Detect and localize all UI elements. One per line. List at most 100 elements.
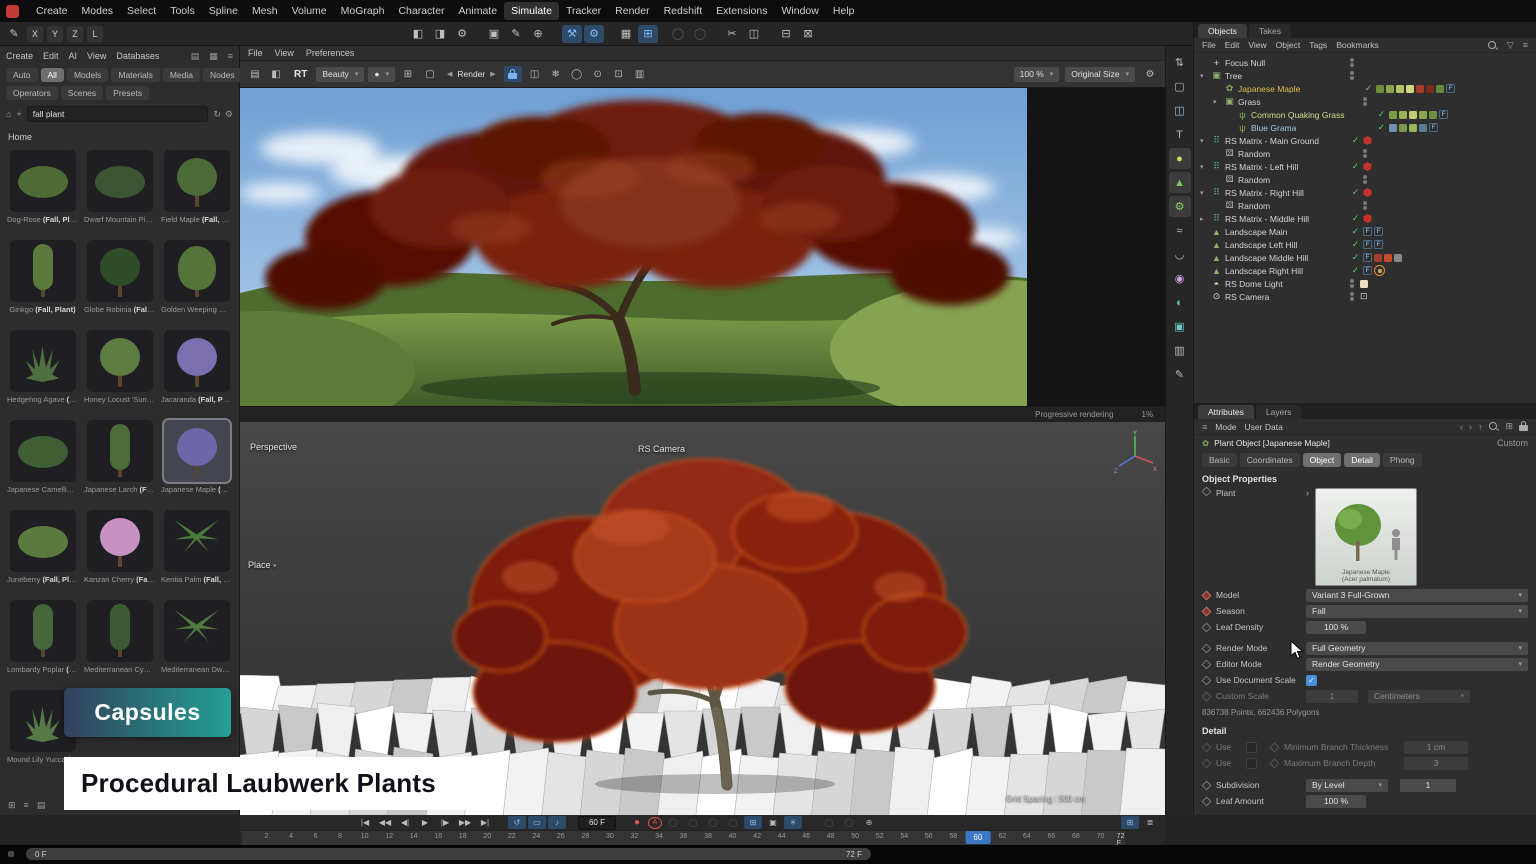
visibility-dots[interactable] [1350,58,1354,67]
timeline-ruler[interactable]: 2468101214161820222426283032343638404244… [242,830,1125,845]
autokey-icon[interactable]: A [648,817,662,829]
use-document-scale-checkbox[interactable]: ✓ [1306,675,1317,686]
visibility-dots[interactable] [1350,292,1354,301]
zoom-dropdown[interactable]: 100 %▾ [1014,67,1060,82]
om-filter-icon[interactable]: ▽ [1507,40,1514,51]
asset-item-japanese-maple[interactable]: Japanese Maple (Fall, ... [159,420,234,494]
ab-menu-databases[interactable]: Databases [116,51,159,61]
camera-target-icon[interactable]: ⊡ [1360,291,1368,302]
material-chip[interactable] [1419,124,1427,132]
object-row-grass[interactable]: ▾▣Grass [1194,95,1536,108]
expand-arrow[interactable]: ▾ [1200,189,1208,197]
filter-nodes[interactable]: Nodes [203,68,242,82]
ab-menu-view[interactable]: View [87,51,106,61]
object-row-landscape-main[interactable]: ▲Landscape Main✓FF [1194,225,1536,238]
panel-menu-icon[interactable]: ≡ [228,51,233,61]
tab-layers[interactable]: Layers [1256,405,1302,419]
footer-grid-icon[interactable]: ⊞ [8,800,16,811]
material-chip[interactable] [1386,85,1394,93]
field-tag-badge[interactable]: F [1374,227,1383,236]
leaf-amount-field[interactable]: 100 % [1306,795,1366,808]
visibility-dots[interactable] [1350,279,1354,288]
anim-diamond-icon[interactable] [1202,780,1212,790]
filter-all[interactable]: All [41,68,64,82]
menu-character[interactable]: Character [391,2,451,20]
custom-label[interactable]: Custom [1497,438,1528,448]
object-row-landscape-middle-hill[interactable]: ▲Landscape Middle Hill✓F [1194,251,1536,264]
cut-button[interactable]: ✂ [722,25,742,43]
material-chip[interactable] [1429,111,1437,119]
attr-up-icon[interactable]: ↑ [1478,422,1483,432]
selected-tag-ring-icon[interactable] [1374,265,1385,276]
visibility-dot[interactable] [1363,201,1367,205]
axis-y-button[interactable]: Y [47,26,63,42]
object-row-rs-matrix-left-hill[interactable]: ▾⠿RS Matrix - Left Hill✓ [1194,160,1536,173]
material-chip[interactable] [1419,111,1427,119]
preview-range-bar[interactable]: 0 F 72 F [26,848,871,860]
material-chip[interactable] [1396,85,1404,93]
attr-tab-coordinates[interactable]: Coordinates [1240,453,1300,467]
enabled-check-icon[interactable]: ✓ [1376,109,1387,120]
plant-preview[interactable]: Japanese Maple (Acer palmatum) [1315,488,1417,586]
asset-item-ginkgo[interactable]: Ginkgo (Fall, Plant) [5,240,80,314]
object-row-rs-camera[interactable]: ⊙RS Camera⊡ [1194,290,1536,303]
menu-mograph[interactable]: MoGraph [334,2,392,20]
lock-render-icon[interactable] [504,66,522,82]
enabled-check-icon[interactable]: ✓ [1350,226,1361,237]
thumb-view-icon[interactable]: ▤ [191,51,200,62]
max-branch-use-checkbox[interactable] [1246,758,1257,769]
anim-diamond-icon[interactable] [1202,606,1212,616]
browser-settings-icon[interactable]: ⚙ [225,109,233,120]
redshift-tag-icon[interactable] [1363,214,1372,223]
next-render-icon[interactable]: ▶ [490,70,495,78]
volume-builder-button[interactable]: ⊠ [798,25,818,43]
asset-item-mediterranean-cypress[interactable]: Mediterranean Cypress (... [82,600,157,674]
field-tag-badge[interactable]: F [1363,253,1372,262]
attr-tab-detail[interactable]: Detail [1344,453,1380,467]
asset-item-field-maple[interactable]: Field Maple (Fall, Plant) [159,150,234,224]
field-tag-badge[interactable]: F [1446,84,1455,93]
asset-item-jacaranda[interactable]: Jacaranda (Fall, Plant) [159,330,234,404]
enabled-check-icon[interactable]: ✓ [1350,187,1361,198]
expand-arrow[interactable]: ▸ [1200,215,1208,223]
footer-info-icon[interactable]: ▤ [37,800,46,811]
visibility-dot[interactable] [1350,76,1354,80]
asset-item-kanzan-cherry[interactable]: Kanzan Cherry (Fall, Pl... [82,510,157,584]
render-settings-gear-icon[interactable]: ⚙ [1141,66,1159,82]
menu-redshift[interactable]: Redshift [657,2,710,20]
asset-item-globe-robinia[interactable]: Globe Robinia (Fall, Pl... [82,240,157,314]
asset-item-hedgehog-agave[interactable]: Hedgehog Agave (Fall... [5,330,80,404]
anim-diamond-icon[interactable] [1202,487,1212,497]
anim-diamond-icon[interactable] [1202,622,1212,632]
anim-diamond-icon[interactable] [1202,659,1212,669]
asset-item-juneberry[interactable]: Juneberry (Fall, Plant) [5,510,80,584]
ab-compare-icon[interactable]: ◫ [526,66,544,82]
axis-z-button[interactable]: Z [67,26,83,42]
render-settings-button[interactable]: ⚙ [452,25,472,43]
menu-help[interactable]: Help [826,2,862,20]
menu-tracker[interactable]: Tracker [559,2,608,20]
history-icon[interactable]: ◧ [267,66,285,82]
text-tool-icon[interactable]: T [1169,124,1191,145]
category-operators[interactable]: Operators [6,86,58,100]
visibility-dots[interactable] [1363,201,1367,210]
visibility-dot[interactable] [1350,284,1354,288]
visibility-dots[interactable] [1363,175,1367,184]
enabled-check-icon[interactable]: ✓ [1350,252,1361,263]
record-scale-icon[interactable]: ◯ [684,816,702,829]
om-search-icon[interactable] [1487,40,1498,51]
field-tag-badge[interactable]: F [1429,123,1438,132]
record-keyframe-icon[interactable]: ● [628,816,646,829]
visibility-dot[interactable] [1350,297,1354,301]
visibility-dot[interactable] [1363,175,1367,179]
ab-menu-create[interactable]: Create [6,51,33,61]
workplane-button[interactable]: ⊟ [776,25,796,43]
menu-tools[interactable]: Tools [163,2,202,20]
plant-expand-arrow[interactable]: › [1306,488,1309,498]
mirror-button[interactable]: ◫ [744,25,764,43]
key-interpolation-icon[interactable]: ▣ [764,816,782,829]
attr-forward-icon[interactable]: › [1469,422,1472,432]
fullscreen-icon[interactable]: ▥ [631,66,649,82]
ab-menu-ai[interactable]: AI [69,51,78,61]
category-scenes[interactable]: Scenes [61,86,103,100]
